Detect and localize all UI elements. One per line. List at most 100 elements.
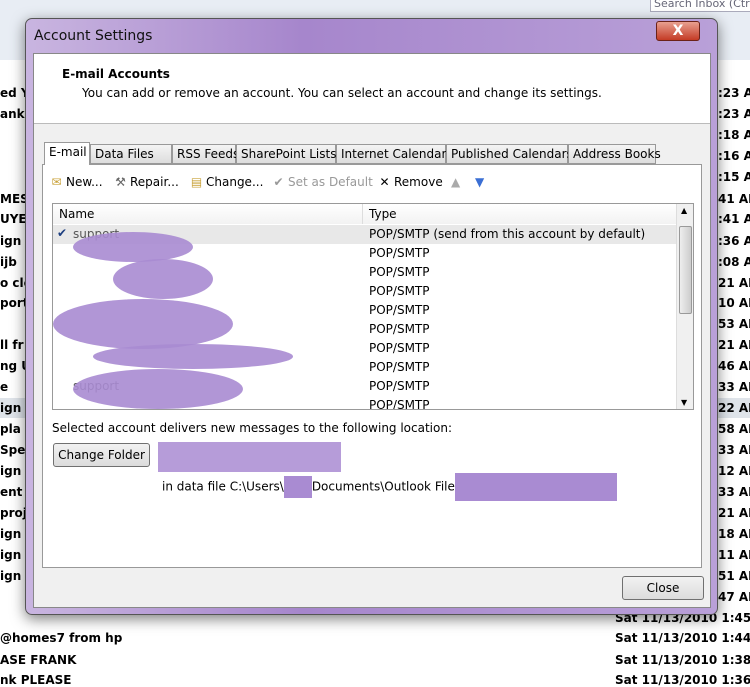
tab-sharepoint-lists[interactable]: SharePoint Lists: [236, 144, 336, 164]
set-default-button[interactable]: ✔ Set as Default: [271, 175, 373, 189]
message-received-time: 33 AM: [718, 380, 750, 394]
scroll-down-icon[interactable]: ▼: [681, 398, 687, 407]
repair-tools-icon: ⚒: [115, 175, 126, 189]
account-type: POP/SMTP: [369, 265, 430, 279]
message-subject-fragment[interactable]: ign: [0, 527, 21, 541]
new-button[interactable]: ✉ New...: [49, 175, 103, 189]
message-subject-fragment[interactable]: ll fr: [0, 338, 24, 352]
message-received-time: :36 A: [718, 234, 750, 248]
column-header-type[interactable]: Type: [363, 204, 677, 224]
message-subject-fragment[interactable]: proj: [0, 506, 27, 520]
tab-published-calendars[interactable]: Published Calendars: [446, 144, 573, 164]
email-tab-panel: ✉ New... ⚒ Repair... ▤ Change... ✔ Set as De…: [42, 164, 702, 568]
close-button[interactable]: Close: [622, 576, 704, 600]
tab-e-mail[interactable]: E-mail: [44, 142, 90, 165]
account-type: POP/SMTP (send from this account by defa…: [369, 227, 646, 241]
message-received-time: :15 A: [718, 170, 750, 184]
path-prefix: in data file C:\Users\: [162, 479, 284, 494]
message-subject-fragment[interactable]: ign: [0, 548, 21, 562]
message-received-time: :18 A: [718, 128, 750, 142]
message-subject-fragment[interactable]: Spe: [0, 443, 25, 457]
checkmark-icon: ✔: [273, 175, 284, 189]
message-subject-fragment[interactable]: ijb: [0, 255, 17, 269]
tab-internet-calendars[interactable]: Internet Calendars: [336, 144, 453, 164]
message-received-time: 11 AM: [718, 548, 750, 562]
repair-button[interactable]: ⚒ Repair...: [113, 175, 179, 189]
default-account-icon: ✔: [57, 226, 68, 240]
account-type: POP/SMTP: [369, 246, 430, 260]
message-received-time: :16 A: [718, 149, 750, 163]
delivery-label: Selected account delivers new messages t…: [52, 421, 453, 435]
new-mail-icon: ✉: [51, 175, 62, 189]
message-subject-fragment[interactable]: ign: [0, 464, 21, 478]
set-default-label: Set as Default: [288, 175, 373, 189]
tab-address-books[interactable]: Address Books: [568, 144, 661, 164]
message-subject-fragment[interactable]: UYE: [0, 212, 27, 226]
close-icon[interactable]: X: [656, 21, 700, 41]
scroll-up-icon[interactable]: ▲: [681, 206, 687, 215]
search-inbox-input[interactable]: Search Inbox (Ctrl: [650, 0, 750, 12]
message-received-time: 22 AM: [718, 401, 750, 415]
message-subject-fragment[interactable]: pla: [0, 422, 21, 436]
redaction: [73, 232, 193, 262]
message-received-time: 51 AM: [718, 569, 750, 583]
message-received-time: 18 AM: [718, 527, 750, 541]
redaction: [93, 344, 293, 369]
message-received-time: Sat 11/13/2010 1:38 AM: [615, 653, 750, 667]
dialog-body: E-mail Accounts You can add or remove an…: [33, 53, 711, 608]
message-received-time: 53 AM: [718, 317, 750, 331]
message-received-time: :08 A: [718, 255, 750, 269]
message-subject-fragment[interactable]: ign: [0, 401, 21, 415]
message-subject-fragment[interactable]: e: [0, 380, 8, 394]
move-up-icon[interactable]: ▲: [451, 175, 460, 189]
account-type: POP/SMTP: [369, 360, 430, 374]
path-middle: Documents\Outlook File: [311, 479, 455, 494]
column-header-name[interactable]: Name: [53, 204, 363, 224]
list-scrollbar[interactable]: ▲ ▼: [676, 204, 693, 409]
remove-x-icon: ✕: [379, 175, 390, 189]
message-subject-fragment[interactable]: ign: [0, 234, 21, 248]
account-type: POP/SMTP: [369, 379, 430, 393]
tab-data-files[interactable]: Data Files: [90, 144, 172, 164]
account-type: POP/SMTP: [369, 303, 430, 317]
message-subject-fragment[interactable]: ent: [0, 485, 22, 499]
message-received-time: 33 AM: [718, 443, 750, 457]
message-received-time: 41 AM: [718, 192, 750, 206]
dialog-title: Account Settings: [34, 28, 153, 44]
redaction: [113, 259, 213, 299]
message-subject-fragment[interactable]: ASE FRANK: [0, 653, 76, 667]
message-subject-fragment[interactable]: nk PLEASE: [0, 673, 71, 687]
change-label: Change...: [206, 175, 264, 189]
change-icon: ▤: [190, 175, 203, 189]
section-title: E-mail Accounts: [62, 67, 170, 81]
move-down-icon[interactable]: ▼: [475, 175, 484, 189]
redaction: [283, 476, 312, 498]
accounts-list: Name Type ✔supportPOP/SMTP (send from th…: [52, 203, 694, 410]
remove-label: Remove: [394, 175, 443, 189]
change-button[interactable]: ▤ Change...: [189, 175, 264, 189]
account-type: POP/SMTP: [369, 341, 430, 355]
redaction: [53, 299, 233, 349]
message-received-time: :23 A: [718, 86, 750, 100]
message-received-time: Sat 11/13/2010 1:44 AM: [615, 631, 750, 645]
redaction: [73, 369, 243, 409]
remove-button[interactable]: ✕ Remove: [377, 175, 443, 189]
message-received-time: 12 AM: [718, 464, 750, 478]
new-label: New...: [66, 175, 103, 189]
message-received-time: Sat 11/13/2010 1:36 AM: [615, 673, 750, 687]
account-type: POP/SMTP: [369, 322, 430, 336]
message-received-time: 21 AM: [718, 276, 750, 290]
message-subject-fragment[interactable]: @homes7 from hp: [0, 631, 122, 645]
message-received-time: :23 A: [718, 107, 750, 121]
message-received-time: 58 AM: [718, 422, 750, 436]
message-received-time: :41 A: [718, 212, 750, 226]
account-type: POP/SMTP: [369, 398, 430, 410]
tab-rss-feeds[interactable]: RSS Feeds: [172, 144, 239, 164]
scrollbar-thumb[interactable]: [679, 226, 692, 314]
message-received-time: 33 AM: [718, 485, 750, 499]
message-subject-fragment[interactable]: ign: [0, 569, 21, 583]
account-settings-dialog: Account Settings X E-mail Accounts You c…: [25, 18, 718, 615]
redaction: [454, 473, 617, 501]
change-folder-button[interactable]: Change Folder: [53, 443, 150, 467]
message-received-time: 10 AM: [718, 296, 750, 310]
